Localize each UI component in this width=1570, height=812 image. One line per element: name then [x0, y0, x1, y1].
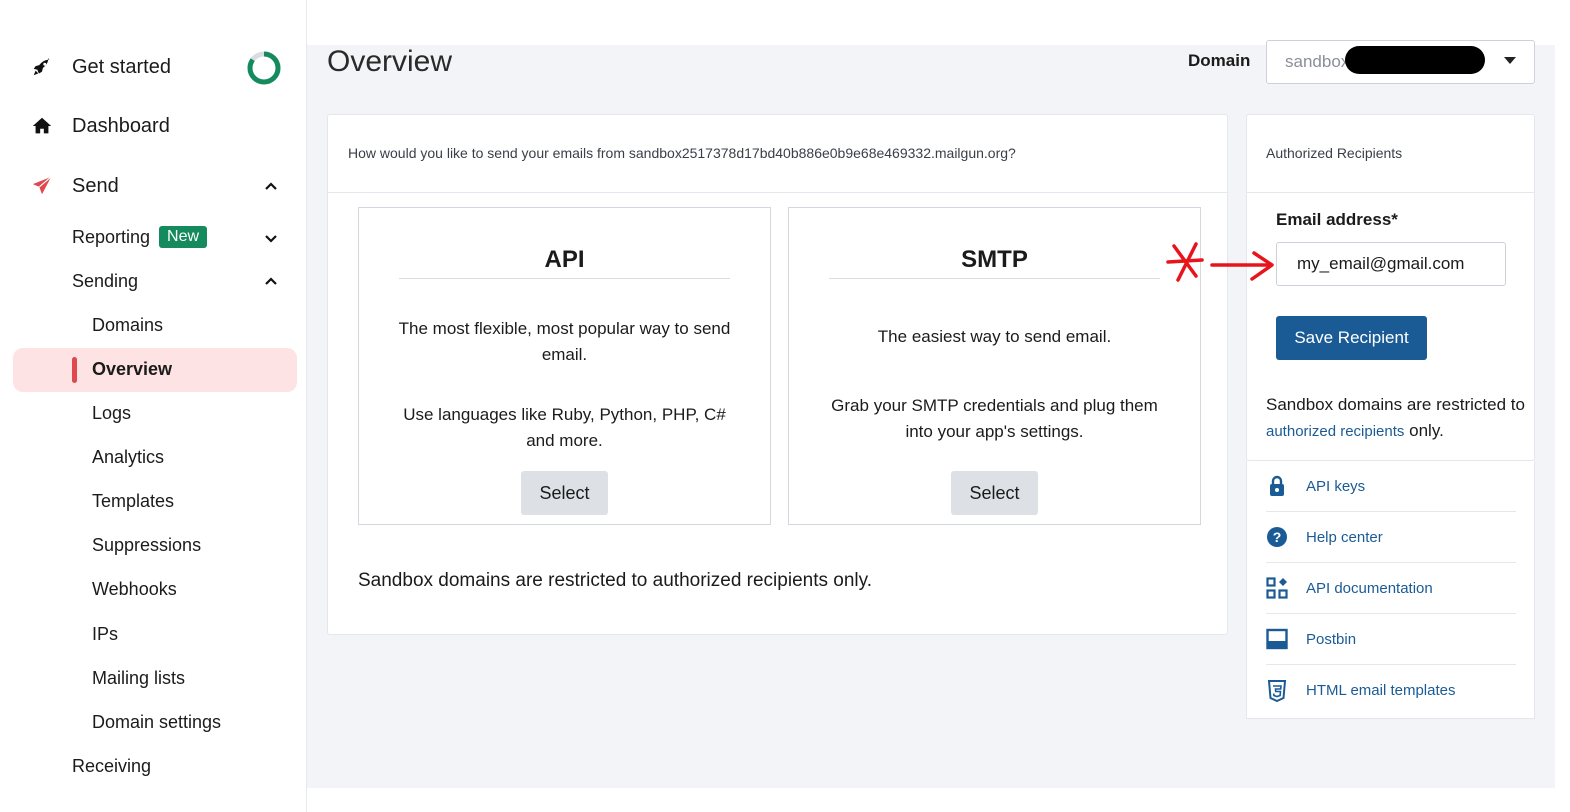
nav-get-started[interactable]: Get started: [28, 55, 171, 79]
nav-logs[interactable]: Logs: [92, 403, 131, 424]
sandbox-restriction-note: Sandbox domains are restricted to author…: [358, 570, 872, 591]
link-api-keys[interactable]: API keys: [1266, 461, 1516, 512]
nav-dashboard[interactable]: Dashboard: [28, 114, 170, 138]
authorized-recipients-link[interactable]: authorized recipients: [1266, 423, 1404, 440]
rocket-icon: [28, 55, 56, 79]
save-recipient-button[interactable]: Save Recipient: [1276, 316, 1427, 360]
smtp-option-title: SMTP: [829, 246, 1160, 279]
recipients-note-prefix: Sandbox domains are restricted to: [1266, 395, 1525, 414]
nav-overview[interactable]: Overview: [92, 359, 172, 380]
sidebar: Get started Dashboard Send Reporting New…: [0, 0, 307, 812]
svg-text:?: ?: [1273, 529, 1282, 545]
smtp-option-desc: The easiest way to send email.: [877, 327, 1112, 346]
nav-webhooks[interactable]: Webhooks: [92, 579, 177, 600]
link-api-documentation[interactable]: API documentation: [1266, 563, 1516, 614]
html5-icon: [1266, 679, 1288, 702]
api-option-card: API The most flexible, most popular way …: [358, 207, 771, 525]
nav-get-started-label: Get started: [72, 55, 171, 78]
nav-sending-label: Sending: [72, 271, 139, 291]
smtp-option-card: SMTP The easiest way to send email. Grab…: [788, 207, 1201, 525]
card-header: How would you like to send your emails f…: [328, 115, 1227, 193]
nav-mailing-lists[interactable]: Mailing lists: [92, 668, 185, 689]
nav-receiving[interactable]: Receiving: [72, 756, 151, 777]
nav-templates[interactable]: Templates: [92, 491, 174, 512]
nav-analytics[interactable]: Analytics: [92, 447, 164, 468]
inbox-icon: [1266, 628, 1288, 650]
link-postbin-label: Postbin: [1306, 630, 1357, 648]
nav-ips[interactable]: IPs: [92, 624, 118, 645]
nav-domains[interactable]: Domains: [92, 315, 163, 336]
email-label: Email address*: [1276, 210, 1398, 229]
domain-select-value: sandbox: [1285, 52, 1350, 71]
active-item-indicator: [72, 357, 77, 383]
paper-plane-icon: [28, 174, 56, 198]
new-badge: New: [159, 226, 208, 248]
nav-sending[interactable]: Sending: [72, 271, 138, 292]
api-select-button[interactable]: Select: [521, 471, 608, 515]
nav-suppressions[interactable]: Suppressions: [92, 535, 201, 556]
link-api-documentation-label: API documentation: [1306, 579, 1433, 597]
api-option-desc: The most flexible, most popular way to s…: [398, 319, 731, 364]
help-icon: ?: [1266, 526, 1288, 548]
send-method-question: How would you like to send your emails f…: [348, 145, 1016, 161]
nav-reporting[interactable]: Reporting New: [72, 226, 208, 248]
recipients-header: Authorized Recipients: [1247, 115, 1534, 193]
nav-reporting-label: Reporting: [72, 226, 151, 247]
resource-links: API keys ? Help center API documentation…: [1246, 461, 1535, 719]
smtp-select-button[interactable]: Select: [951, 471, 1038, 515]
recipients-note-suffix: only.: [1404, 421, 1444, 440]
link-html-email-templates-label: HTML email templates: [1306, 682, 1456, 699]
link-api-keys-label: API keys: [1306, 477, 1366, 495]
nav-receiving-label: Receiving: [72, 756, 152, 776]
authorized-recipients-card: Authorized Recipients Email address* Sav…: [1246, 114, 1535, 461]
redaction-mark: [1345, 46, 1485, 74]
recipients-note: Sandbox domains are restricted to author…: [1266, 392, 1526, 445]
send-method-card: How would you like to send your emails f…: [327, 114, 1228, 635]
link-html-email-templates[interactable]: HTML email templates: [1266, 665, 1516, 716]
home-icon: [28, 114, 56, 138]
recipients-title: Authorized Recipients: [1266, 145, 1403, 161]
grid-icon: [1266, 577, 1288, 599]
smtp-option-credentials: Grab your SMTP credentials and plug them…: [831, 396, 1158, 441]
nav-domain-settings[interactable]: Domain settings: [92, 712, 221, 733]
chevron-up-icon[interactable]: [263, 178, 279, 194]
nav-send[interactable]: Send: [28, 174, 119, 198]
link-help-center[interactable]: ? Help center: [1266, 512, 1516, 563]
nav-dashboard-label: Dashboard: [72, 114, 170, 137]
chevron-down-icon[interactable]: [263, 231, 279, 247]
caret-down-icon[interactable]: [1504, 57, 1516, 64]
email-field[interactable]: [1276, 242, 1506, 286]
api-option-title: API: [399, 246, 730, 279]
domain-label: Domain: [1188, 51, 1251, 70]
chevron-up-icon[interactable]: [263, 273, 279, 289]
link-postbin[interactable]: Postbin: [1266, 614, 1516, 665]
setup-progress-ring: [247, 51, 281, 85]
nav-send-label: Send: [72, 174, 119, 197]
lock-icon: [1266, 475, 1288, 497]
api-option-languages: Use languages like Ruby, Python, PHP, C#…: [403, 405, 726, 450]
page-title: Overview: [327, 45, 453, 78]
link-help-center-label: Help center: [1306, 528, 1383, 546]
